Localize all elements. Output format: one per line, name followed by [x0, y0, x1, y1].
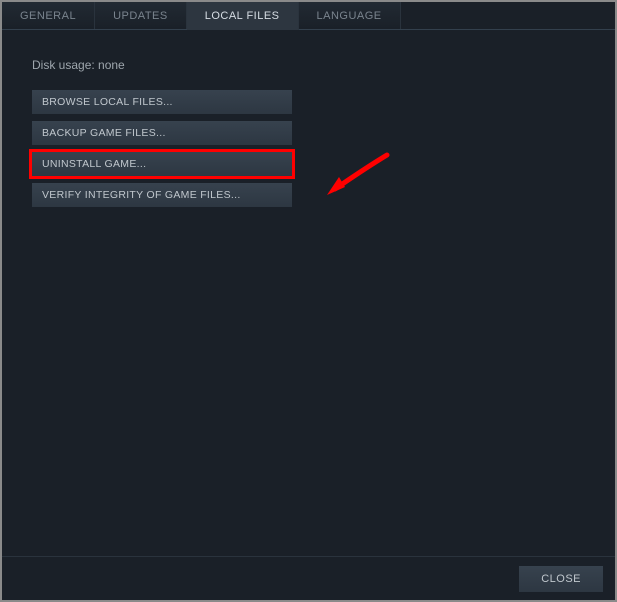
tab-bar: GENERAL UPDATES LOCAL FILES LANGUAGE	[2, 2, 615, 30]
dialog-footer: CLOSE	[2, 556, 615, 600]
content-area: Disk usage: none BROWSE LOCAL FILES... B…	[2, 30, 615, 207]
tab-local-files[interactable]: LOCAL FILES	[187, 2, 299, 30]
tab-updates[interactable]: UPDATES	[95, 2, 187, 29]
backup-game-files-button[interactable]: BACKUP GAME FILES...	[32, 121, 292, 145]
button-stack: BROWSE LOCAL FILES... BACKUP GAME FILES.…	[32, 90, 292, 207]
close-button[interactable]: CLOSE	[519, 566, 603, 592]
tab-language[interactable]: LANGUAGE	[299, 2, 401, 29]
browse-local-files-button[interactable]: BROWSE LOCAL FILES...	[32, 90, 292, 114]
uninstall-game-button[interactable]: UNINSTALL GAME...	[32, 152, 292, 176]
tab-general[interactable]: GENERAL	[2, 2, 95, 29]
disk-usage-label: Disk usage: none	[32, 58, 585, 72]
verify-integrity-button[interactable]: VERIFY INTEGRITY OF GAME FILES...	[32, 183, 292, 207]
